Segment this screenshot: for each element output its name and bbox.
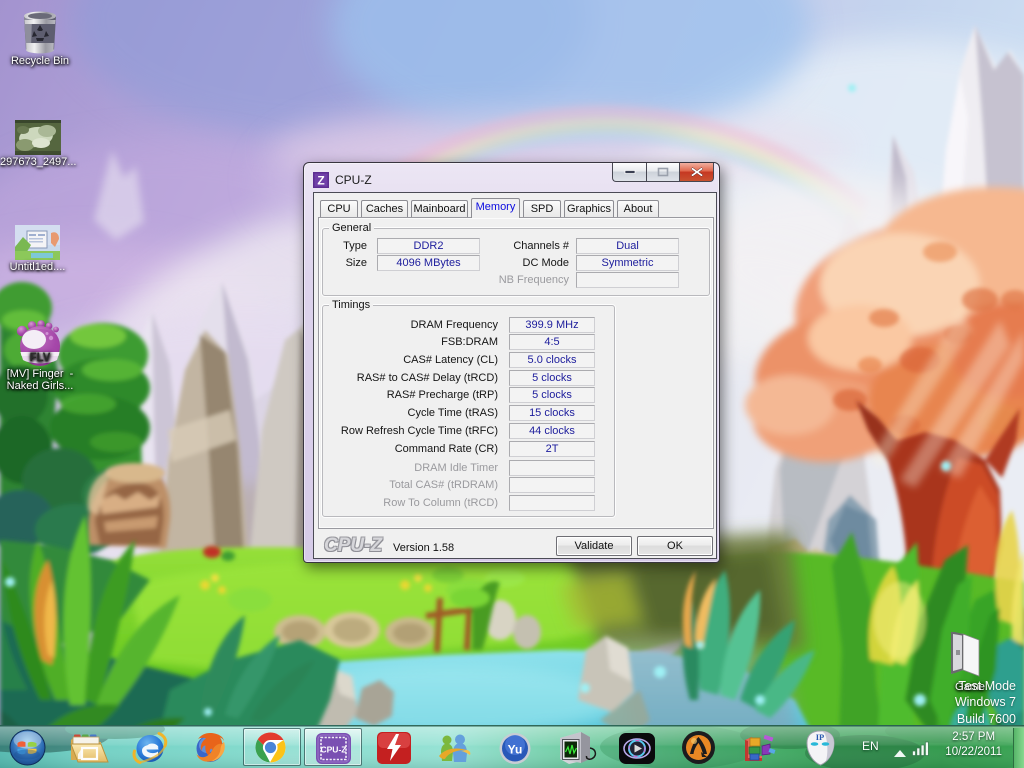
svg-text:Z: Z bbox=[317, 174, 324, 188]
svg-text:IP: IP bbox=[816, 732, 825, 742]
svg-text:FLV: FLV bbox=[30, 352, 51, 364]
svg-text:Yu: Yu bbox=[508, 743, 523, 757]
svg-text:CPU-Z: CPU-Z bbox=[321, 745, 347, 755]
